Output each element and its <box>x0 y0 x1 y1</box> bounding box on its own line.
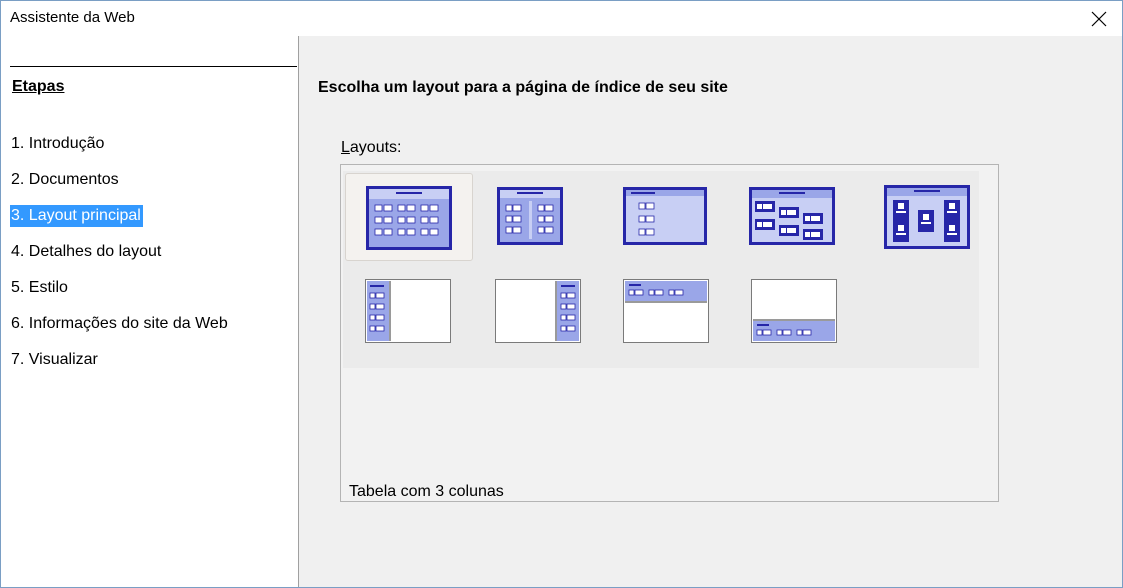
sidebar-heading: Etapas <box>12 78 65 95</box>
step-label: 5. Estilo <box>11 279 68 296</box>
page-title: Escolha um layout para a página de índic… <box>318 79 728 96</box>
layout-option-bottom-frame[interactable] <box>729 267 857 355</box>
step-layout-principal[interactable]: 3. Layout principal <box>1 205 230 241</box>
layouts-label-mnemonic: L <box>341 139 350 156</box>
table-3-columns-icon <box>366 186 452 250</box>
step-label: 4. Detalhes do layout <box>11 243 162 260</box>
step-documentos[interactable]: 2. Documentos <box>1 169 230 205</box>
step-label: 2. Documentos <box>11 171 119 188</box>
step-detalhes-do-layout[interactable]: 4. Detalhes do layout <box>1 241 230 277</box>
close-icon <box>1091 11 1107 26</box>
layouts-label-text: ayouts: <box>349 139 402 156</box>
layout-option-zigzag[interactable] <box>857 173 985 261</box>
layout-option-right-frame[interactable] <box>473 267 601 355</box>
title-bar: Assistente da Web <box>1 1 1122 36</box>
table-2-columns-icon <box>497 187 563 245</box>
layouts-panel: Tabela com 3 colunas <box>340 164 999 502</box>
layout-option-diagonal-list[interactable] <box>729 173 857 261</box>
layout-option-table-2-columns[interactable] <box>473 173 601 261</box>
layouts-label: Layouts: <box>341 139 402 157</box>
right-frame-icon <box>495 279 581 343</box>
layout-option-table-3-columns[interactable] <box>345 173 473 261</box>
web-wizard-window: Assistente da Web Etapas 1. Introdução 2… <box>0 0 1123 588</box>
bottom-frame-icon <box>751 279 837 343</box>
step-label: 3. Layout principal <box>10 205 143 227</box>
top-frame-icon <box>623 279 709 343</box>
close-button[interactable] <box>1076 1 1122 36</box>
zigzag-icons-icon <box>884 185 970 249</box>
step-estilo[interactable]: 5. Estilo <box>1 277 230 313</box>
layout-option-simple-list[interactable] <box>601 173 729 261</box>
simple-list-icon <box>623 187 707 245</box>
layout-gallery <box>343 171 979 368</box>
layout-option-top-frame[interactable] <box>601 267 729 355</box>
selected-layout-name: Tabela com 3 colunas <box>349 483 504 500</box>
step-informacoes-do-site[interactable]: 6. Informações do site da Web <box>1 313 230 349</box>
window-title: Assistente da Web <box>10 9 135 26</box>
sidebar-divider <box>10 66 297 67</box>
steps-sidebar: Etapas 1. Introdução 2. Documentos 3. La… <box>1 36 299 587</box>
step-label: 6. Informações do site da Web <box>11 315 228 332</box>
step-introducao[interactable]: 1. Introdução <box>1 133 230 169</box>
left-frame-icon <box>365 279 451 343</box>
step-label: 1. Introdução <box>11 135 105 152</box>
diagonal-list-icon <box>749 187 835 245</box>
layout-option-left-frame[interactable] <box>345 267 473 355</box>
step-label: 7. Visualizar <box>11 351 98 368</box>
step-visualizar[interactable]: 7. Visualizar <box>1 349 230 385</box>
steps-list: 1. Introdução 2. Documentos 3. Layout pr… <box>1 133 230 385</box>
